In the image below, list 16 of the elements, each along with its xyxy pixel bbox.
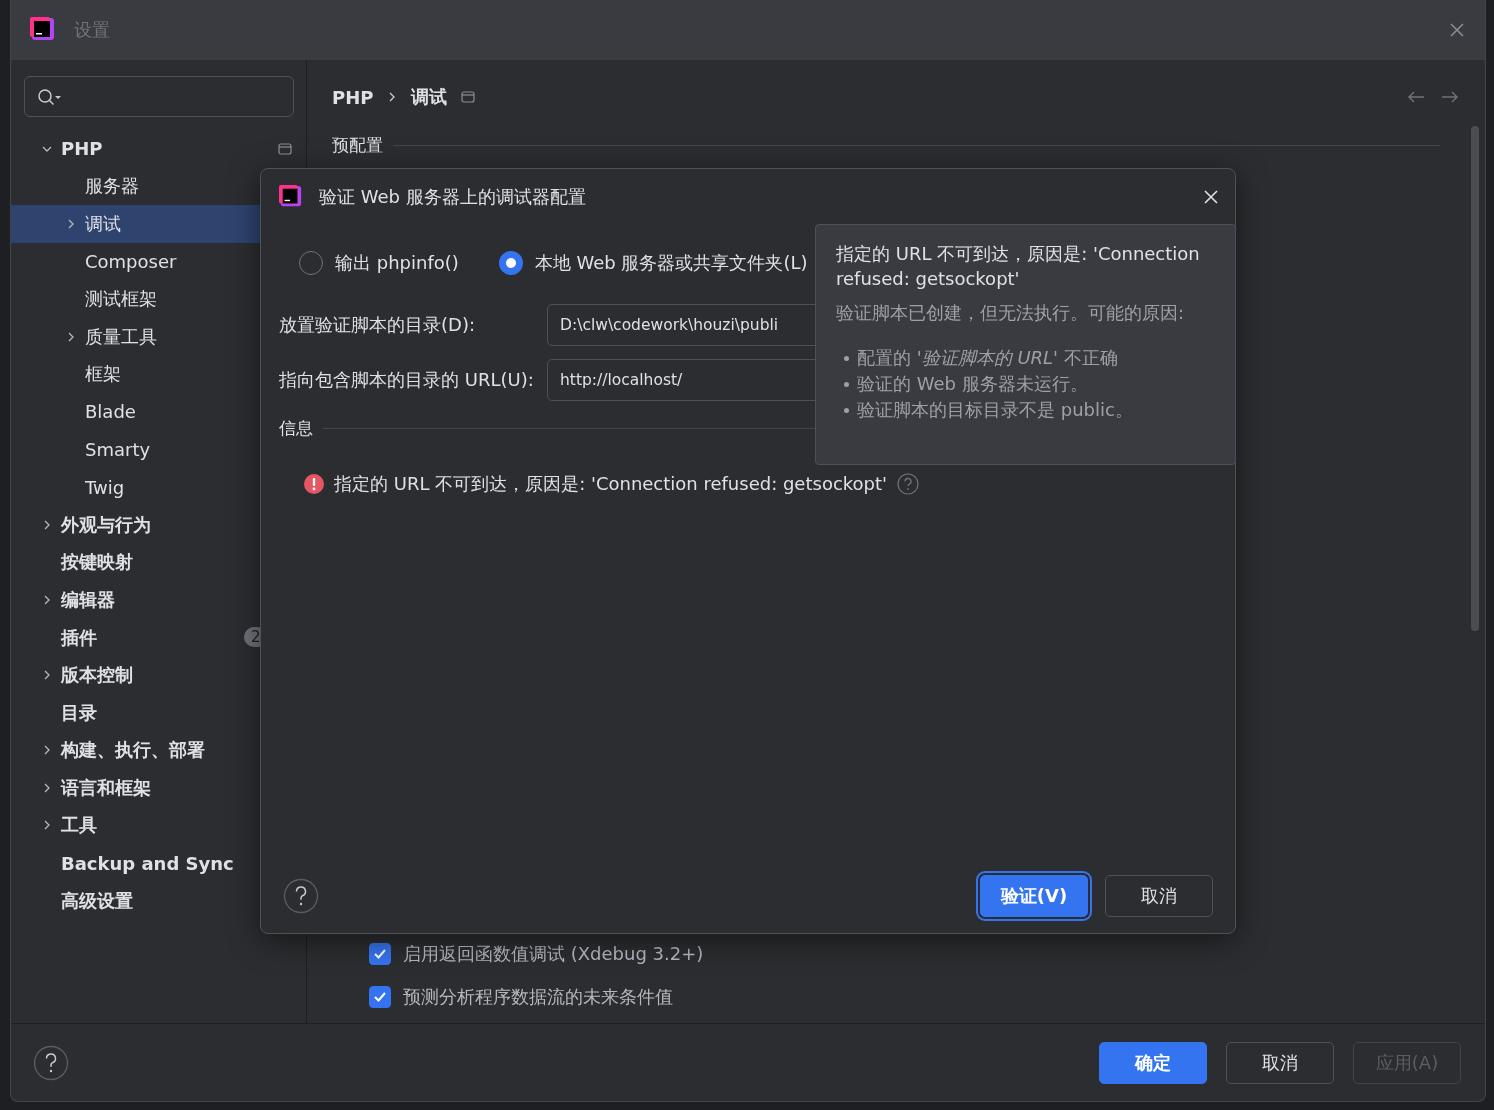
checkbox-label: 启用返回函数值调试 (Xdebug 3.2+) [403, 942, 704, 966]
field-label: 指向包含脚本的目录的 URL(U): [279, 368, 535, 392]
breadcrumb-item: 调试 [411, 85, 448, 109]
reason-text: 验证脚本的目标目录不是 public。 [857, 398, 1133, 422]
reason-text: 验证的 Web 服务器未运行。 [857, 372, 1088, 396]
field-label: 放置验证脚本的目录(D): [279, 313, 476, 337]
reason-text: 配置的 '验证脚本的 URL' 不正确 [857, 346, 1118, 370]
error-message: 指定的 URL 不可到达，原因是: 'Connection refused: getsockopt' [334, 472, 888, 496]
checkbox-label: 预测分析程序数据流的未来条件值 [403, 985, 673, 1009]
window-title: 设置 [74, 18, 110, 42]
section-title: 预配置 [332, 134, 383, 157]
section-title: 信息 [279, 417, 313, 440]
radio-label: 输出 phpinfo() [335, 251, 459, 275]
tooltip-text: 验证脚本已创建，但无法执行。可能的原因: [836, 301, 1186, 325]
dialog-title: 验证 Web 服务器上的调试器配置 [319, 185, 586, 209]
tooltip-title: 指定的 URL 不可到达，原因是: 'Connection refused: getsockopt' [836, 242, 1201, 291]
